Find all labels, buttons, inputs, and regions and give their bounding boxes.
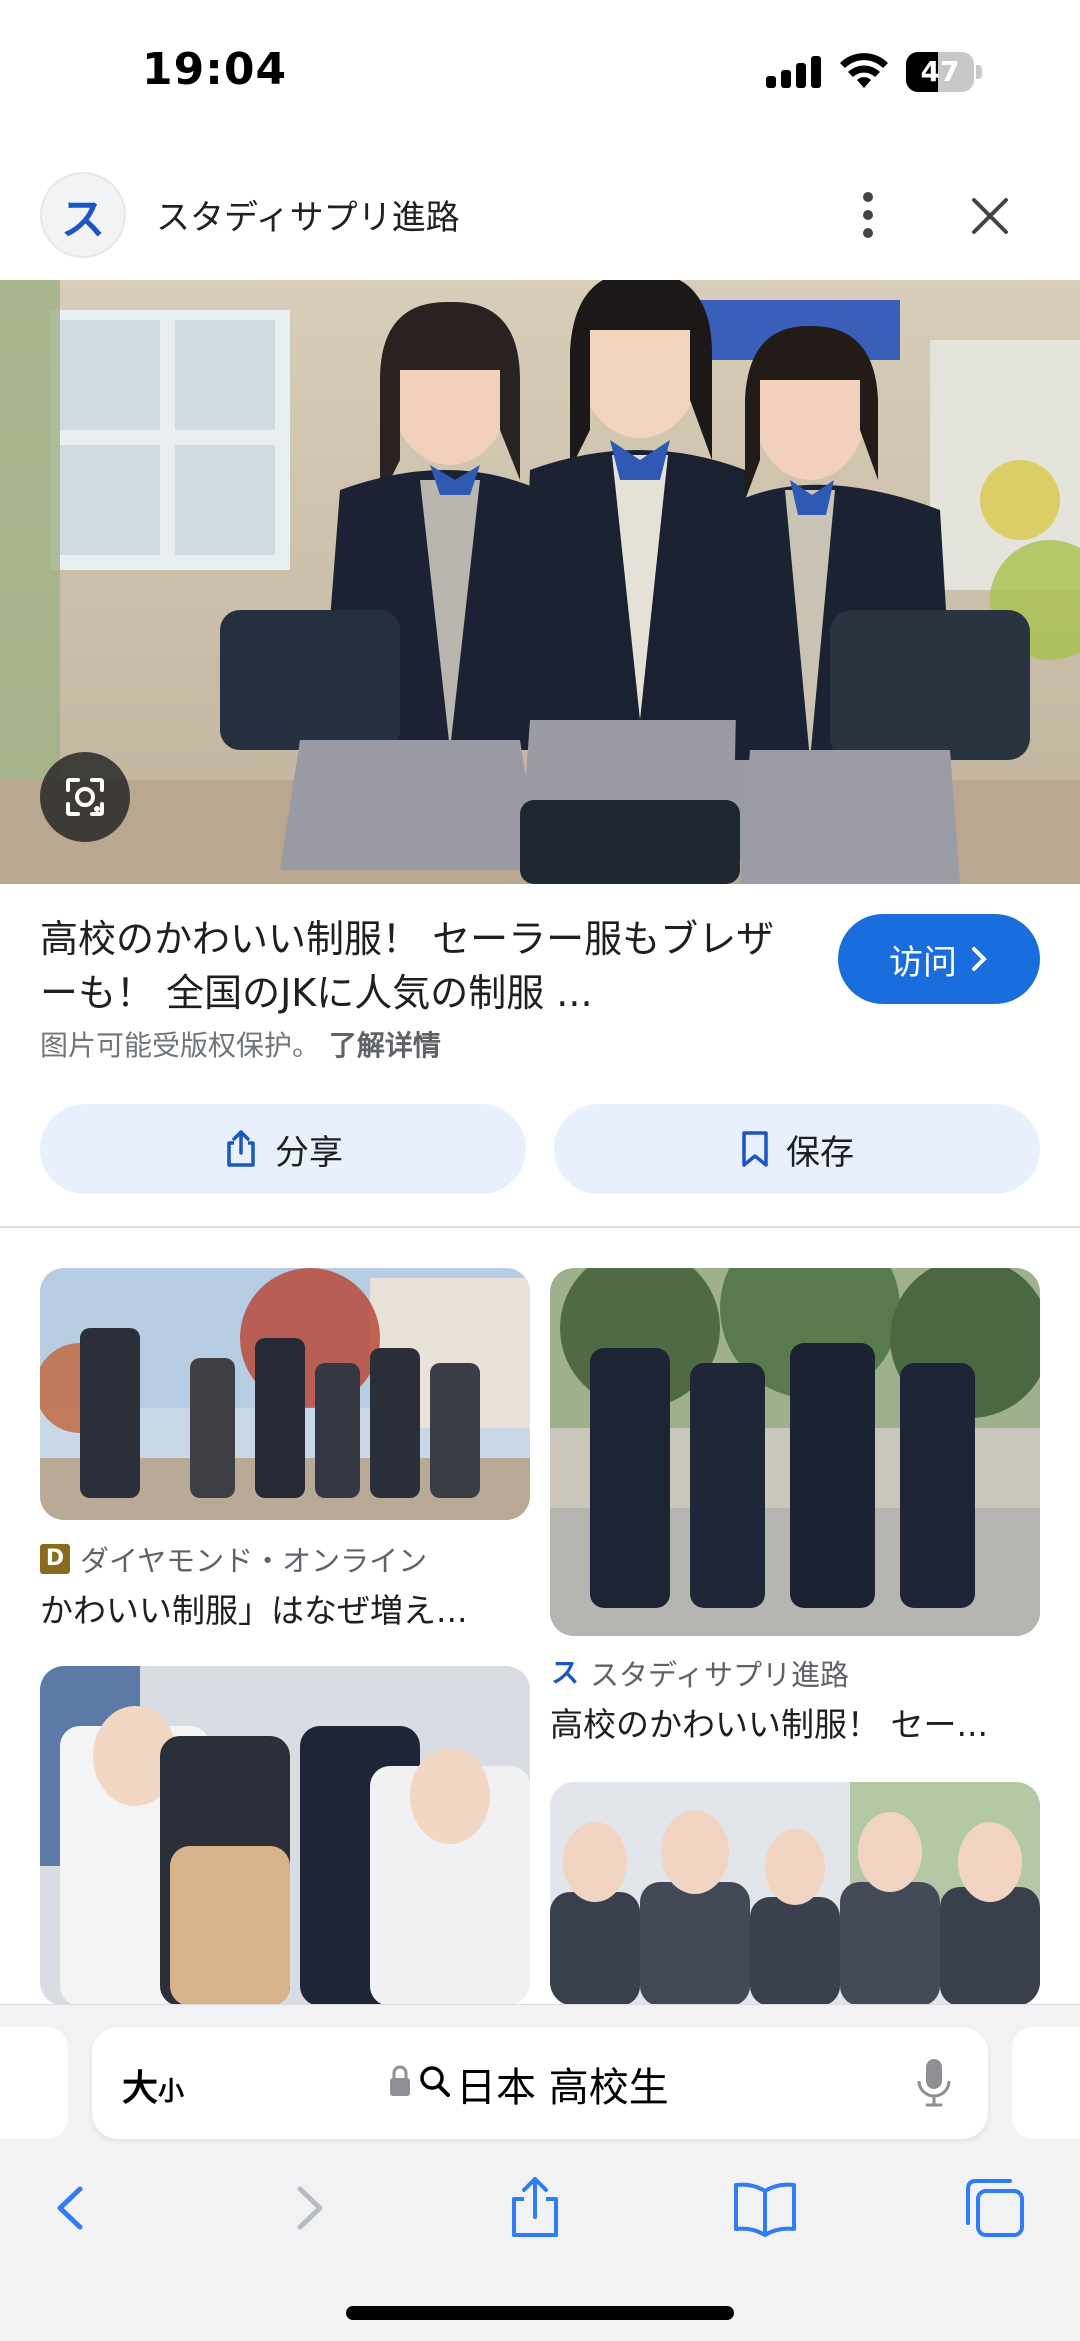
related-image[interactable] [40,1268,530,1520]
related-image-illustration [40,1268,530,1520]
source-name: スタディサプリ進路 [590,1658,849,1692]
wifi-icon [840,53,888,88]
related-title[interactable]: かわいい制服」はなぜ増え... [40,1584,467,1632]
text-size-big: 大 [122,2068,159,2109]
source-header: ス スタディサプリ進路 [0,160,1080,280]
related-image[interactable] [550,1268,1040,1636]
site-logo-letter: ス [61,194,105,245]
lock-icon [390,2065,410,2096]
status-bar: 19:04 47 [0,0,1080,140]
address-bar[interactable]: 大小 日本 高校生 [92,2027,988,2139]
related-image[interactable] [550,1782,1040,2006]
back-icon[interactable] [38,2173,108,2243]
browser-toolbar: 大小 日本 高校生 [0,2004,1080,2341]
copyright-text: 图片可能受版权保护。 [40,1029,321,1062]
next-tab-preview[interactable] [1012,2027,1080,2139]
related-image-illustration [40,1666,530,2006]
related-title[interactable]: 高校のかわいい制服！ セー... [550,1698,988,1746]
lens-search-button[interactable] [40,752,130,842]
related-image[interactable] [40,1666,530,2006]
search-icon [420,2066,450,2097]
text-size-button[interactable]: 大小 [122,2059,184,2111]
learn-more-link[interactable]: 了解详情 [329,1029,441,1062]
battery-icon: 47 [906,52,982,92]
text-size-small: 小 [158,2077,185,2107]
forward-icon[interactable] [272,2173,342,2243]
more-options-icon[interactable] [848,180,888,250]
section-divider [0,1226,1080,1228]
main-image[interactable] [0,280,1080,884]
share-icon [227,1130,255,1167]
related-source: ス スタディサプリ進路 [550,1652,849,1694]
related-image-illustration [550,1268,1040,1636]
close-icon[interactable] [960,186,1020,246]
source-name: ダイヤモンド・オンライン [80,1544,428,1578]
url-query[interactable]: 日本 高校生 [456,2055,669,2113]
source-favicon: D [40,1544,70,1574]
share-button[interactable]: 分享 [40,1104,526,1194]
share-label: 分享 [275,1132,343,1173]
related-source: D ダイヤモンド・オンライン [40,1538,427,1580]
save-button[interactable]: 保存 [554,1104,1040,1194]
site-name[interactable]: スタディサプリ進路 [156,190,460,239]
tabs-icon[interactable] [960,2173,1030,2243]
related-image-illustration [550,1782,1040,2006]
status-time: 19:04 [142,44,288,95]
source-favicon: ス [550,1656,579,1689]
microphone-icon[interactable] [914,2055,954,2111]
visit-label: 访问 [889,942,957,983]
save-label: 保存 [786,1132,854,1173]
result-title[interactable]: 高校のかわいい制服！ セーラー服もブレザーも！ 全国のJKに人気の制服 ... [40,912,800,1020]
home-indicator [346,2306,734,2320]
copyright-notice: 图片可能受版权保护。 了解详情 [40,1024,441,1064]
lens-icon [66,778,104,816]
site-logo[interactable]: ス [40,172,126,258]
cellular-signal-icon [766,56,822,88]
visit-button[interactable]: 访问 [838,914,1040,1004]
battery-percent: 47 [920,55,960,88]
chevron-right-icon [972,947,987,971]
bookmark-icon [742,1131,768,1167]
share-icon[interactable] [500,2173,570,2243]
previous-tab-preview[interactable] [0,2027,68,2139]
bookmarks-icon[interactable] [730,2173,800,2243]
main-image-illustration [0,280,1080,884]
